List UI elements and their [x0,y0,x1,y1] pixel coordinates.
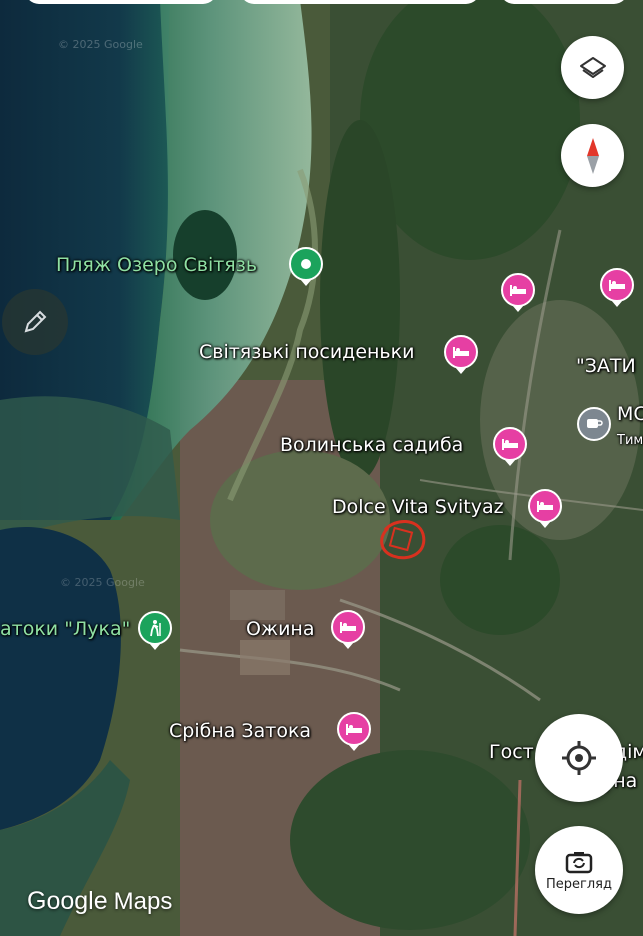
compass-icon [586,137,599,174]
copyright-watermark: © 2025 Google [60,576,145,589]
logo-google: Google [27,887,108,915]
my-location-button[interactable] [535,714,623,802]
place-label-gost[interactable]: Гост [489,741,534,763]
camera-rotate-icon [565,851,593,873]
hotel-pin[interactable] [337,712,371,746]
hotel-pin[interactable] [444,335,478,369]
place-label-mo[interactable]: МС [617,403,643,425]
layers-icon [579,56,606,78]
bed-icon [510,285,526,296]
bed-icon [346,724,362,735]
place-label-beach[interactable]: Пляж Озеро Світязь [56,254,257,276]
bed-icon [340,622,356,633]
cafe-pin[interactable] [577,407,611,441]
filter-chip[interactable] [240,0,480,4]
layers-button[interactable] [561,36,624,99]
copyright-watermark: © 2025 Google [58,38,143,51]
place-label-volynska[interactable]: Волинська садиба [280,434,463,456]
park-pin[interactable] [138,611,172,645]
place-pin-icon [301,259,311,269]
map-view[interactable]: © 2025 Google © 2025 Google Пляж Озеро С… [0,0,643,936]
my-location-icon [562,741,596,775]
place-label-dolce-vita[interactable]: Dolce Vita Svityaz [332,496,504,518]
hiker-icon [150,620,161,637]
hotel-pin[interactable] [600,268,634,302]
logo-maps: Maps [113,888,173,915]
hotel-pin[interactable] [528,489,562,523]
hotel-pin[interactable] [493,427,527,461]
bed-icon [537,501,553,512]
place-label-zaty[interactable]: "ЗАТИ [576,355,636,377]
place-label-zatoka-luka[interactable]: атоки "Лука" [0,618,130,640]
hotel-pin[interactable] [331,610,365,644]
streetview-label: Перегляд [546,876,612,892]
cup-icon [587,419,603,428]
bed-icon [502,439,518,450]
bed-icon [609,280,625,291]
place-pin[interactable] [289,247,323,281]
filter-chip[interactable] [500,0,628,4]
filter-chip[interactable] [25,0,217,4]
hotel-pin[interactable] [501,273,535,307]
satellite-imagery [0,0,643,936]
pencil-icon [24,310,47,333]
bed-icon [453,347,469,358]
compass-button[interactable] [561,124,624,187]
place-sublabel-tym: Тим [617,433,643,448]
google-maps-logo: Google Maps [27,887,172,916]
edit-button[interactable] [2,289,68,355]
place-label-sribna[interactable]: Срібна Затока [169,720,311,742]
streetview-button[interactable]: Перегляд [535,826,623,914]
place-label-ozhyna[interactable]: Ожина [246,618,315,640]
place-label-svityazki[interactable]: Світязькі посиденьки [199,341,414,363]
